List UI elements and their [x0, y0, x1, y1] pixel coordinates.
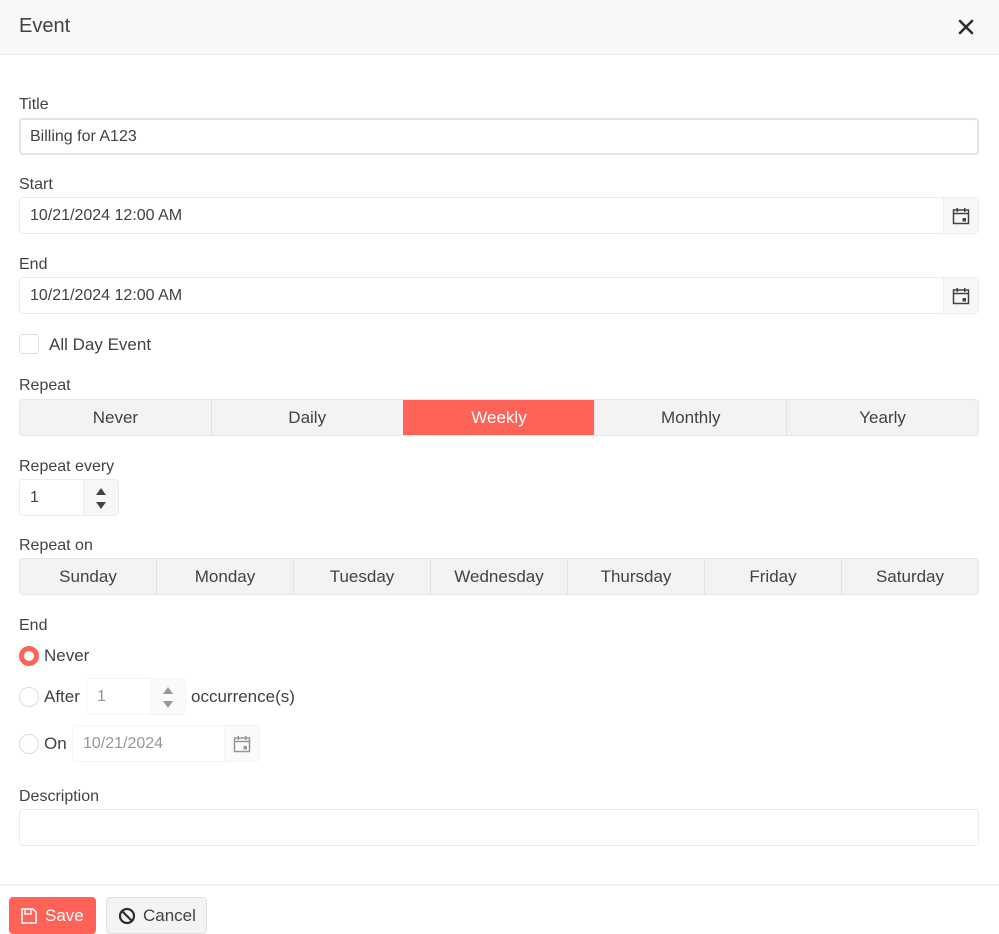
end-calendar-button[interactable]: [943, 278, 978, 313]
repeat-label: Repeat: [19, 377, 71, 394]
repeat-every-spinner: [83, 480, 118, 515]
title-input[interactable]: Billing for A123: [19, 118, 979, 155]
end-label: End: [19, 256, 48, 273]
day-saturday[interactable]: Saturday: [841, 559, 978, 594]
start-label: Start: [19, 176, 53, 193]
day-wednesday[interactable]: Wednesday: [430, 559, 567, 594]
description-label: Description: [19, 788, 100, 805]
day-tuesday[interactable]: Tuesday: [293, 559, 430, 594]
repeat-option-never[interactable]: Never: [20, 400, 211, 435]
decrease-arrow-icon[interactable]: [96, 502, 106, 509]
day-friday[interactable]: Friday: [704, 559, 841, 594]
end-after-label: After: [44, 687, 80, 706]
repeat-every-stepper[interactable]: 1: [19, 479, 119, 516]
repeat-every-label: Repeat every: [19, 458, 115, 475]
save-button[interactable]: Save: [9, 897, 96, 934]
end-datetime-input[interactable]: 10/21/2024 12:00 AM: [19, 277, 979, 314]
decrease-arrow-icon[interactable]: [163, 701, 173, 708]
end-after-value: 1: [97, 688, 106, 705]
end-after-radio[interactable]: [19, 687, 39, 707]
repeat-on-label: Repeat on: [19, 537, 93, 554]
end-rule-label: End: [19, 617, 48, 634]
end-datetime-value: 10/21/2024 12:00 AM: [30, 287, 183, 304]
cancel-icon: [118, 907, 136, 924]
close-icon: [958, 19, 974, 35]
end-on-date-input[interactable]: 10/21/2024: [72, 725, 260, 762]
end-on-calendar-button[interactable]: [224, 726, 259, 761]
repeat-on-buttongroup: Sunday Monday Tuesday Wednesday Thursday…: [19, 558, 979, 595]
title-input-value: Billing for A123: [30, 128, 137, 145]
increase-arrow-icon[interactable]: [163, 687, 173, 694]
save-label: Save: [45, 905, 84, 925]
dialog-title: Event: [19, 15, 71, 37]
repeat-every-value: 1: [30, 489, 39, 506]
repeat-option-yearly[interactable]: Yearly: [786, 400, 978, 435]
description-input[interactable]: [19, 809, 979, 846]
all-day-checkbox[interactable]: [19, 334, 39, 354]
all-day-label: All Day Event: [49, 335, 152, 354]
repeat-buttongroup: Never Daily Weekly Monthly Yearly: [19, 399, 979, 436]
end-on-label: On: [44, 734, 67, 753]
repeat-option-weekly[interactable]: Weekly: [402, 400, 595, 435]
title-label: Title: [19, 96, 49, 113]
day-sunday[interactable]: Sunday: [20, 559, 156, 594]
cancel-button[interactable]: Cancel: [106, 897, 207, 934]
end-on-date-value: 10/21/2024: [83, 735, 164, 752]
end-after-spinner: [150, 679, 185, 714]
increase-arrow-icon[interactable]: [96, 488, 106, 495]
calendar-icon: [952, 287, 970, 304]
repeat-option-monthly[interactable]: Monthly: [594, 400, 786, 435]
end-never-radio[interactable]: [19, 646, 39, 666]
day-thursday[interactable]: Thursday: [567, 559, 704, 594]
calendar-icon: [952, 207, 970, 224]
save-icon: [21, 907, 37, 924]
end-on-radio[interactable]: [19, 734, 39, 754]
calendar-icon: [233, 735, 251, 752]
dialog-header: Event: [0, 0, 999, 55]
dialog-footer: Save Cancel: [0, 884, 999, 934]
end-never-label: Never: [44, 646, 90, 665]
close-button[interactable]: [956, 16, 976, 38]
start-datetime-input[interactable]: 10/21/2024 12:00 AM: [19, 197, 979, 234]
repeat-option-daily[interactable]: Daily: [210, 400, 403, 435]
day-monday[interactable]: Monday: [156, 559, 293, 594]
start-datetime-value: 10/21/2024 12:00 AM: [30, 207, 183, 224]
occurrences-label: occurrence(s): [191, 687, 295, 706]
end-after-stepper[interactable]: 1: [86, 678, 186, 715]
start-calendar-button[interactable]: [943, 198, 978, 233]
cancel-label: Cancel: [143, 905, 196, 925]
